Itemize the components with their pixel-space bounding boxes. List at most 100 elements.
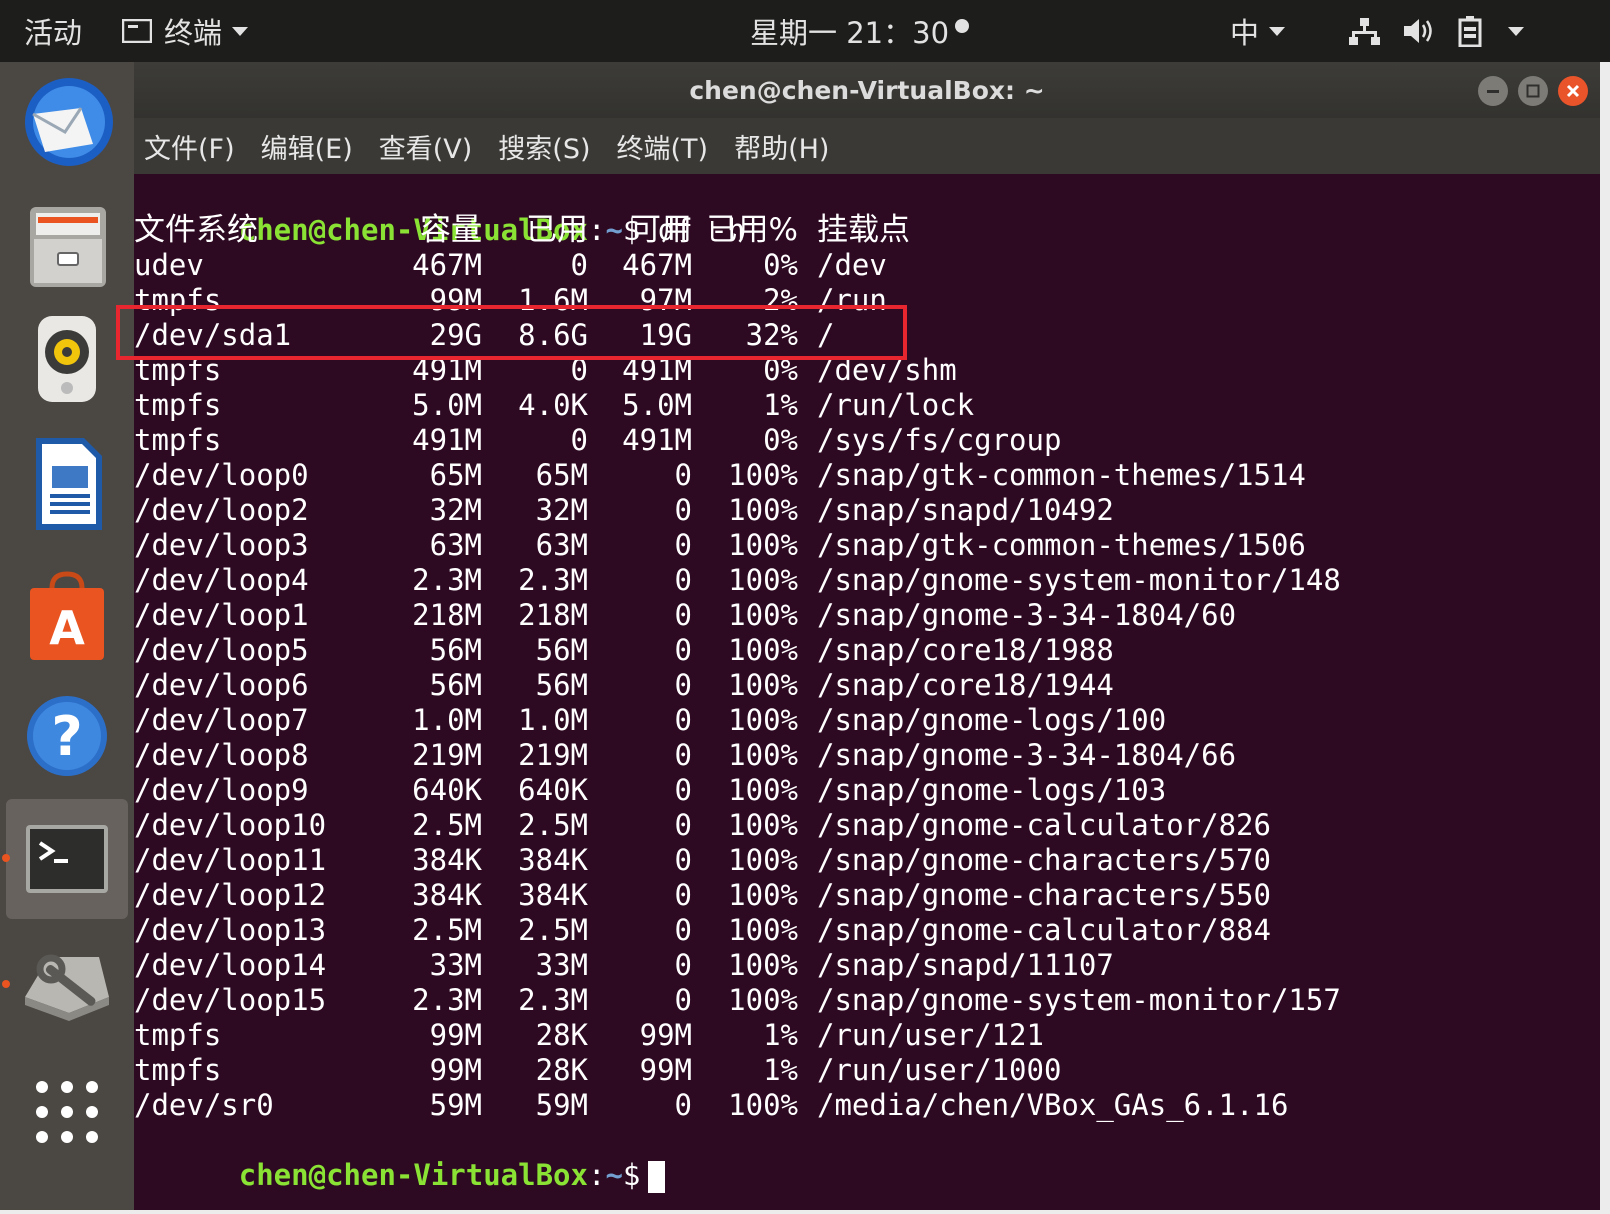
cell: 218M [518, 598, 588, 632]
cell: 2.5M [518, 913, 588, 947]
dock-files[interactable] [0, 186, 134, 306]
cell: 100% [728, 808, 798, 842]
dock-help[interactable]: ? [0, 676, 134, 796]
cell: 0 [674, 633, 692, 667]
cell: tmpfs [134, 353, 222, 387]
scrollbar[interactable] [1559, 174, 1600, 1210]
cell: 100% [728, 668, 798, 702]
input-method-button[interactable]: 中 [1230, 0, 1286, 62]
window-titlebar[interactable]: chen@chen-VirtualBox: ~ [134, 62, 1600, 118]
cell: /run/user/1000 [817, 1053, 1062, 1087]
cell: 0 [674, 563, 692, 597]
dock-thunderbird[interactable] [0, 62, 134, 182]
cell: /dev/loop14 [134, 948, 327, 982]
menu-file[interactable]: 文件(F) [144, 127, 235, 166]
close-button[interactable] [1558, 76, 1588, 106]
maximize-button[interactable] [1518, 76, 1548, 106]
cell: 0 [674, 493, 692, 527]
app-menu-button[interactable]: 终端 [122, 0, 249, 62]
cell: 384K [412, 878, 482, 912]
cell: 2.5M [518, 808, 588, 842]
cell: 0% [763, 353, 798, 387]
cell: 467M [412, 248, 482, 282]
table-row: /dev/loop7 1.0M 1.0M 0 100% /snap/gnome-logs/… [134, 703, 1554, 738]
cell: 467M [622, 248, 692, 282]
cell: /dev/sr0 [134, 1088, 274, 1122]
cell: 100% [728, 878, 798, 912]
cell: 1.6M [518, 283, 588, 317]
clock-button[interactable]: 星期一 21：30 [750, 0, 970, 62]
system-menu-button[interactable] [1348, 0, 1524, 62]
table-row: /dev/loop8 219M 219M 0 100% /snap/gnome-3-34-… [134, 738, 1554, 773]
cell: 已用% [706, 212, 798, 248]
cell: 28K [535, 1018, 588, 1052]
cell: 491M [412, 423, 482, 457]
table-row: /dev/loop9 640K 640K 0 100% /snap/gnome-logs/… [134, 773, 1554, 808]
cell: 28K [535, 1053, 588, 1087]
cell: 1% [763, 1018, 798, 1052]
cell: 99M [429, 283, 482, 317]
table-row: /dev/loop12 384K 384K 0 100% /snap/gnome-char… [134, 878, 1554, 913]
table-row: /dev/loop5 56M 56M 0 100% /snap/core18/1988 [134, 633, 1554, 668]
svg-text:?: ? [51, 705, 82, 768]
terminal-output[interactable]: chen@chen-VirtualBox:~$ df -h 文件系统 容量 已用 可用… [134, 174, 1559, 1210]
cell: /dev/loop1 [134, 598, 309, 632]
cell: 0 [674, 948, 692, 982]
cell: /dev [817, 248, 887, 282]
cell: 491M [412, 353, 482, 387]
apps-grid-icon [36, 1081, 98, 1143]
menu-help[interactable]: 帮助(H) [734, 127, 829, 166]
cell: 2.5M [412, 808, 482, 842]
cell: /dev/sda1 [134, 318, 292, 352]
cell: 0 [570, 353, 588, 387]
cell: 32M [429, 493, 482, 527]
menu-view[interactable]: 查看(V) [379, 127, 473, 166]
table-row: /dev/loop0 65M 65M 0 100% /snap/gtk-common-th… [134, 458, 1554, 493]
rhythmbox-icon [38, 316, 96, 402]
cell: 2.3M [412, 983, 482, 1017]
cell: 56M [535, 668, 588, 702]
dock-rhythmbox[interactable] [0, 300, 134, 420]
menu-search[interactable]: 搜索(S) [498, 127, 590, 166]
dock: A ? [0, 62, 134, 1210]
dock-software[interactable]: A [0, 556, 134, 676]
show-applications-button[interactable] [0, 1052, 134, 1172]
cell: 已用 [526, 212, 588, 248]
cell: tmpfs [134, 1018, 222, 1052]
cell: /snap/gnome-system-monitor/148 [817, 563, 1341, 597]
cell: 100% [728, 738, 798, 772]
cell: /dev/loop6 [134, 668, 309, 702]
cell: 100% [728, 563, 798, 597]
cell: 0 [674, 703, 692, 737]
minimize-button[interactable] [1478, 76, 1508, 106]
cell: 218M [412, 598, 482, 632]
cell: 0 [674, 598, 692, 632]
top-bar: 活动 终端 星期一 21：30 中 [0, 0, 1610, 62]
activities-label: 活动 [24, 16, 83, 50]
cell: 100% [728, 948, 798, 982]
cell: 2.5M [412, 913, 482, 947]
table-row: /dev/sda1 29G 8.6G 19G 32% / [134, 318, 1554, 353]
dock-settings[interactable] [0, 926, 134, 1046]
cell: 1.0M [412, 703, 482, 737]
cell: /run/lock [817, 388, 975, 422]
dock-writer[interactable] [0, 424, 134, 544]
dock-terminal[interactable] [6, 799, 128, 919]
cell: 59M [535, 1088, 588, 1122]
cell: 100% [728, 493, 798, 527]
cell: /snap/core18/1944 [817, 668, 1114, 702]
cell: 33M [429, 948, 482, 982]
cell: 文件系统 [134, 212, 258, 248]
cell: /snap/gnome-calculator/884 [817, 913, 1271, 947]
menu-bar: 文件(F) 编辑(E) 查看(V) 搜索(S) 终端(T) 帮助(H) [134, 118, 1600, 174]
cell: /dev/loop13 [134, 913, 327, 947]
cell: tmpfs [134, 423, 222, 457]
menu-edit[interactable]: 编辑(E) [261, 127, 353, 166]
cell: 0 [674, 808, 692, 842]
cell: 100% [728, 1088, 798, 1122]
cell: 0 [674, 878, 692, 912]
activities-button[interactable]: 活动 [24, 0, 82, 62]
cell: tmpfs [134, 388, 222, 422]
cell: /dev/shm [817, 353, 957, 387]
menu-terminal[interactable]: 终端(T) [617, 127, 709, 166]
